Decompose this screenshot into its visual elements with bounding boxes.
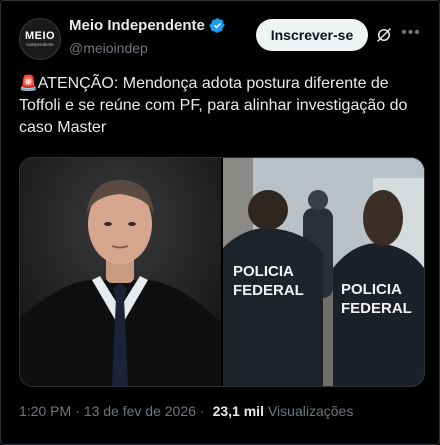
- grok-icon[interactable]: [375, 26, 393, 44]
- vest-text-left-1: POLICIA: [233, 263, 294, 280]
- portrait-illustration: [20, 158, 221, 386]
- meta-separator: ·: [75, 403, 80, 419]
- meta-separator-2: ·: [199, 403, 205, 419]
- follow-button[interactable]: Inscrever-se: [256, 19, 368, 51]
- siren-emoji: 🚨: [19, 75, 38, 92]
- vest-text-left-2: FEDERAL: [233, 282, 304, 299]
- account-handle[interactable]: @meioindep: [69, 40, 148, 56]
- avatar-logo-text: MEIO: [24, 29, 56, 42]
- tweet-meta: 1:20 PM · 13 de fev de 2026 · 23,1 mil V…: [19, 403, 353, 419]
- avatar[interactable]: MEIO Independente: [19, 18, 61, 60]
- police-illustration: POLICIA FEDERAL POLICIA FEDERAL: [223, 158, 424, 386]
- tweet-card: MEIO Independente Meio Independente @mei…: [0, 0, 440, 445]
- views-label: Visualizações: [267, 403, 354, 419]
- tweet-body: ATENÇÃO: Mendonça adota postura diferent…: [19, 75, 408, 136]
- tweet-media[interactable]: POLICIA FEDERAL POLICIA FEDERAL: [19, 157, 425, 387]
- tweet-date[interactable]: 13 de fev de 2026: [84, 403, 196, 419]
- tweet-time[interactable]: 1:20 PM: [19, 403, 71, 419]
- account-name[interactable]: Meio Independente: [69, 17, 205, 34]
- tweet-text: 🚨ATENÇÃO: Mendonça adota postura diferen…: [19, 73, 424, 139]
- account-name-row: Meio Independente: [69, 17, 226, 34]
- views-count: 23,1 mil: [212, 403, 264, 419]
- media-image-police[interactable]: POLICIA FEDERAL POLICIA FEDERAL: [223, 158, 424, 386]
- vest-text-right-1: POLICIA: [341, 281, 402, 298]
- more-icon[interactable]: •••: [401, 23, 421, 43]
- avatar-logo-subtext: Independente: [26, 41, 54, 47]
- verified-badge-icon: [209, 18, 225, 33]
- media-image-portrait[interactable]: [20, 158, 221, 386]
- vest-text-right-2: FEDERAL: [341, 300, 412, 317]
